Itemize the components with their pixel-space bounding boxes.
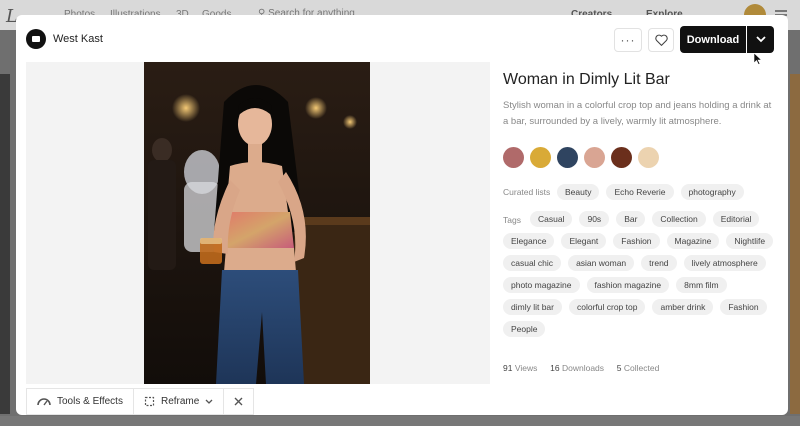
chevron-down-icon [205, 399, 213, 404]
image-toolbar: Tools & Effects Reframe [26, 388, 255, 415]
tag-chip[interactable]: colorful crop top [568, 299, 646, 315]
photo-illustration [144, 62, 370, 384]
tag-chip[interactable]: asian woman [568, 255, 635, 271]
curated-chip[interactable]: photography [680, 184, 744, 200]
curated-chip[interactable]: Echo Reverie [606, 184, 674, 200]
color-swatch[interactable] [503, 147, 524, 168]
reframe-label: Reframe [160, 396, 200, 407]
tag-chip[interactable]: Collection [652, 211, 706, 227]
tag-chip[interactable]: Bar [616, 211, 646, 227]
tag-chip[interactable]: amber drink [652, 299, 714, 315]
image-description: Stylish woman in a colorful crop top and… [503, 100, 772, 127]
close-icon [234, 397, 243, 406]
tag-chip[interactable]: photo magazine [503, 277, 580, 293]
image-stats: 91 Views 16 Downloads 5 Collected [503, 363, 659, 373]
views-count: 91 [503, 363, 513, 373]
reframe-button[interactable]: Reframe [134, 389, 225, 414]
color-swatch[interactable] [584, 147, 605, 168]
main-photo[interactable] [144, 62, 370, 384]
download-options-button[interactable] [747, 26, 774, 53]
curated-lists: Beauty Echo Reverie photography [557, 184, 787, 200]
background-footer [0, 416, 800, 426]
tag-chip[interactable]: trend [641, 255, 677, 271]
crop-icon [144, 396, 155, 407]
tag-chip[interactable]: fashion magazine [586, 277, 670, 293]
gauge-icon [37, 398, 51, 406]
color-swatch[interactable] [557, 147, 578, 168]
views-label: Views [514, 363, 538, 373]
curated-chip[interactable]: Beauty [557, 184, 600, 200]
mouse-cursor-icon [754, 53, 762, 65]
close-toolbar-button[interactable] [224, 389, 253, 414]
tag-chip[interactable]: Editorial [712, 211, 760, 227]
color-palette [503, 147, 659, 168]
tag-chip[interactable]: 90s [579, 211, 610, 227]
tag-chip[interactable]: Fashion [613, 233, 660, 249]
background-image-left [0, 74, 10, 414]
image-preview-area [26, 62, 490, 384]
tag-chip[interactable]: Magazine [666, 233, 720, 249]
tag-chip[interactable]: dimly lit bar [503, 299, 562, 315]
more-options-button[interactable]: ··· [614, 28, 642, 52]
tag-chip[interactable]: Fashion [720, 299, 767, 315]
tag-chip[interactable]: lively atmosphere [683, 255, 766, 271]
modal-header: West Kast ··· Download [16, 15, 788, 65]
collected-count: 5 [616, 363, 622, 373]
like-button[interactable] [648, 28, 674, 52]
tags-list: Casual 90s Bar Collection Editorial Eleg… [503, 211, 781, 337]
author-avatar[interactable] [26, 29, 46, 49]
color-swatch[interactable] [530, 147, 551, 168]
color-swatch[interactable] [611, 147, 632, 168]
downloads-count: 16 [550, 363, 560, 373]
color-swatch[interactable] [638, 147, 659, 168]
tools-effects-label: Tools & Effects [57, 396, 123, 407]
image-title: Woman in Dimly Lit Bar [503, 71, 670, 88]
curated-lists-label: Curated lists [503, 187, 551, 197]
chevron-down-icon [755, 36, 766, 43]
tag-chip[interactable]: Casual [530, 211, 573, 227]
image-detail-modal: West Kast ··· Download Woman in Dimly Li… [16, 15, 788, 415]
tag-chip[interactable]: 8mm film [676, 277, 727, 293]
background-image-right [790, 74, 800, 414]
collected-label: Collected [623, 363, 660, 373]
tag-chip[interactable]: People [503, 321, 546, 337]
heart-icon [654, 34, 668, 46]
tag-chip[interactable]: casual chic [503, 255, 562, 271]
download-button[interactable]: Download [680, 26, 746, 53]
author-name[interactable]: West Kast [53, 33, 103, 45]
tag-chip[interactable]: Elegance [503, 233, 555, 249]
tools-effects-button[interactable]: Tools & Effects [27, 389, 134, 414]
tag-chip[interactable]: Elegant [561, 233, 607, 249]
tag-chip[interactable]: Nightlife [726, 233, 774, 249]
downloads-label: Downloads [561, 363, 605, 373]
